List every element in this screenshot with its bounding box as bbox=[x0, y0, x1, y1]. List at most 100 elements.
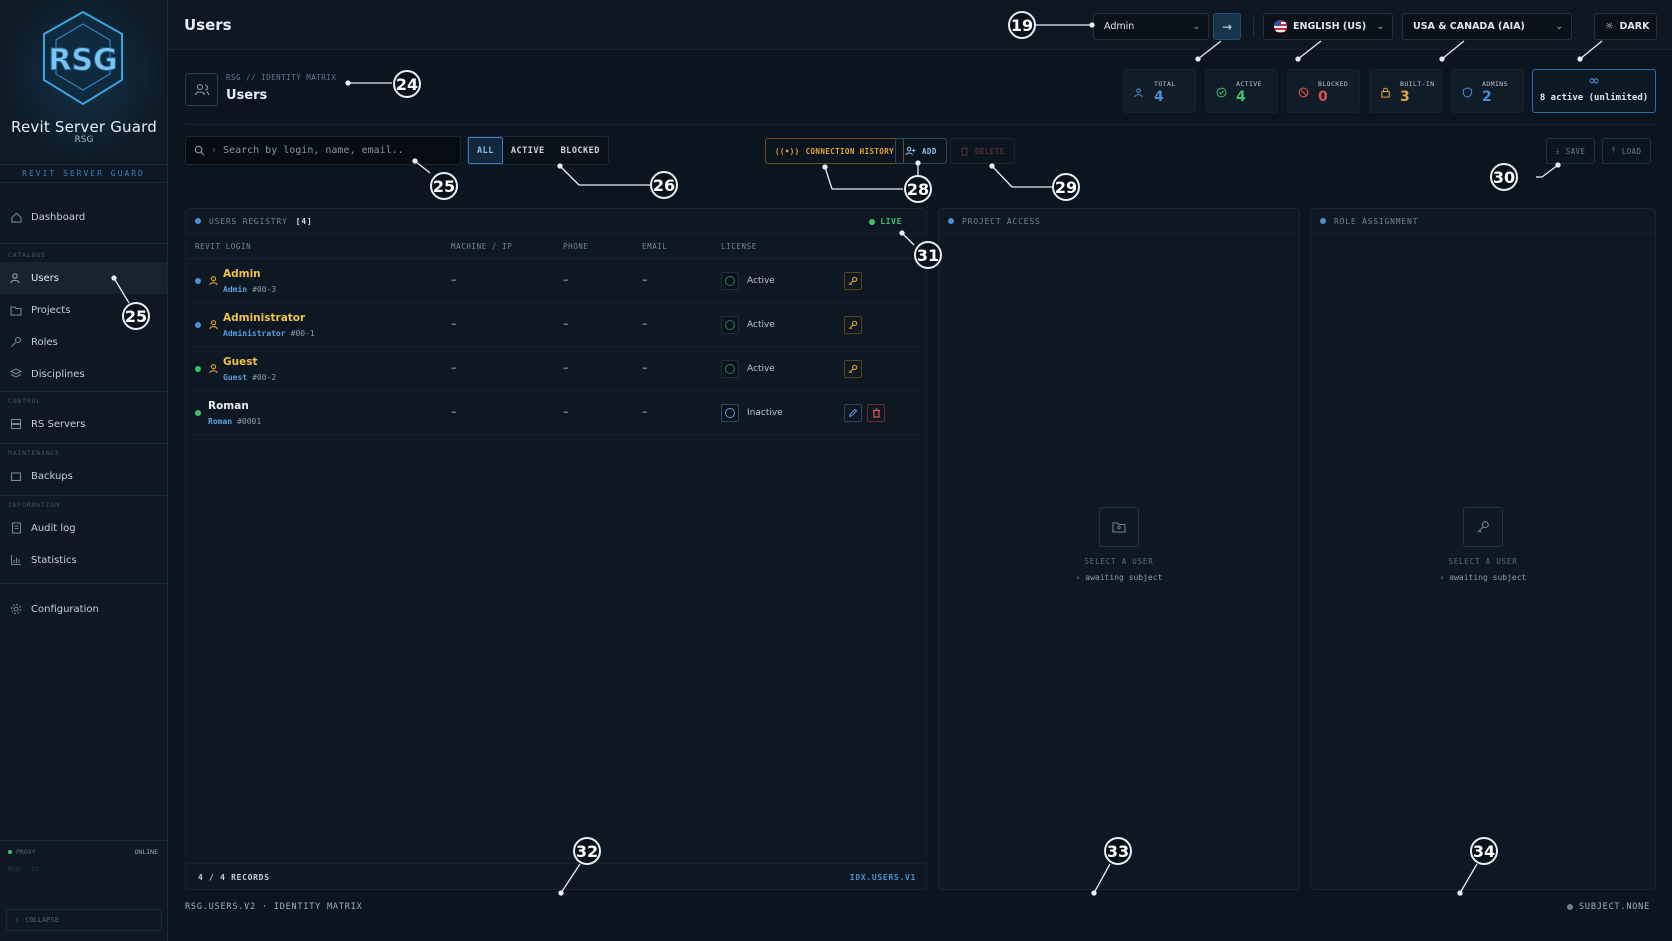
machine-ip: – bbox=[451, 405, 457, 418]
region-select[interactable]: USA & CANADA (AIA) ⌄ bbox=[1402, 13, 1572, 40]
online-status: ONLINE bbox=[134, 848, 158, 856]
infinity-icon: ∞ bbox=[1588, 73, 1600, 89]
archive-icon bbox=[10, 470, 22, 482]
language-select[interactable]: ENGLISH (US) ⌄ bbox=[1263, 13, 1393, 40]
top-bar: Users Admin ⌄ → ENGLISH (US) ⌄ USA & CAN… bbox=[168, 0, 1672, 50]
filter-active[interactable]: ACTIVE bbox=[503, 137, 553, 164]
collapse-button[interactable]: ‹ COLLAPSE bbox=[6, 909, 162, 931]
add-user-button[interactable]: ADD bbox=[895, 138, 947, 164]
annotation-badge: 32 bbox=[573, 837, 601, 865]
save-button[interactable]: ⤓ SAVE bbox=[1546, 138, 1596, 164]
stat-admins: ADMINS 2 bbox=[1451, 69, 1524, 113]
record-count: [4] bbox=[295, 216, 313, 226]
brand-tagline: REVIT SERVER GUARD bbox=[0, 165, 167, 183]
chevron-down-icon: ⌄ bbox=[1555, 22, 1563, 32]
status-dot bbox=[195, 410, 201, 416]
built-in-user-icon bbox=[209, 320, 218, 330]
sun-icon: ☼ bbox=[1605, 21, 1614, 32]
users-registry-panel: USERS REGISTRY [4] LIVE REVIT LOGIN MACH… bbox=[185, 208, 927, 890]
built-in-user-icon bbox=[209, 364, 218, 374]
email: – bbox=[642, 361, 648, 374]
sidebar-item-dashboard[interactable]: Dashboard bbox=[0, 201, 167, 233]
load-button[interactable]: ⤒ LOAD bbox=[1602, 138, 1652, 164]
user-login: Admin #00-3 bbox=[223, 285, 277, 294]
col-revit-login: REVIT LOGIN bbox=[195, 242, 252, 251]
sidebar-item-roles[interactable]: Roles bbox=[0, 326, 167, 358]
layers-icon bbox=[10, 368, 22, 380]
lock-icon bbox=[1381, 87, 1390, 98]
key-button[interactable] bbox=[844, 272, 862, 290]
table-row[interactable]: Administrator Administrator #00-1 – – – A… bbox=[186, 303, 926, 347]
proxy-status: PROXY bbox=[8, 848, 36, 856]
stat-total: TOTAL 4 bbox=[1123, 69, 1196, 113]
license-ring-icon bbox=[725, 276, 735, 286]
theme-toggle[interactable]: ☼ DARK bbox=[1594, 13, 1657, 40]
sidebar-item-audit-log[interactable]: Audit log bbox=[0, 512, 167, 544]
connection-history-button[interactable]: ((•)) CONNECTION HISTORY bbox=[765, 138, 905, 164]
section-information: INFORMATION bbox=[8, 501, 60, 509]
chevron-left-icon: ‹ bbox=[15, 916, 20, 924]
sidebar-item-label: Dashboard bbox=[31, 211, 86, 223]
filter-blocked[interactable]: BLOCKED bbox=[553, 137, 608, 164]
status-bar-right: SUBJECT.NONE bbox=[1566, 902, 1650, 912]
section-control: CONTROL bbox=[8, 397, 41, 405]
sidebar-item-backups[interactable]: Backups bbox=[0, 460, 167, 492]
search-box[interactable]: › bbox=[185, 136, 461, 165]
chevron-down-icon: ⌄ bbox=[1192, 22, 1200, 32]
key-button[interactable] bbox=[844, 316, 862, 334]
server-icon bbox=[10, 418, 22, 430]
block-icon bbox=[1298, 87, 1309, 98]
email: – bbox=[642, 405, 648, 418]
machine-ip: – bbox=[451, 273, 457, 286]
download-icon: ⤓ bbox=[1556, 146, 1560, 155]
version-label: RSG · V2 bbox=[8, 865, 40, 873]
empty-state: SELECT A USER › awaiting subject bbox=[939, 507, 1299, 582]
sidebar-item-users[interactable]: Users bbox=[0, 262, 167, 294]
trash-icon bbox=[961, 146, 968, 156]
sidebar-item-label: Configuration bbox=[31, 603, 99, 615]
live-indicator: LIVE bbox=[869, 217, 902, 226]
index-label: IDX.USERS.V1 bbox=[849, 873, 916, 882]
sidebar-item-rs-servers[interactable]: RS Servers bbox=[0, 408, 167, 440]
stat-built-in: BUILT-IN 3 bbox=[1369, 69, 1442, 113]
users-icon bbox=[1134, 88, 1143, 98]
sidebar-footer: PROXY ONLINE RSG · V2 ‹ COLLAPSE bbox=[0, 840, 168, 941]
sidebar-item-label: Disciplines bbox=[31, 368, 85, 380]
license-summary: ∞ 8 active (unlimited) bbox=[1532, 69, 1656, 113]
stat-active: ACTIVE 4 bbox=[1205, 69, 1278, 113]
brand-logo: RSG Revit Server Guard RSG bbox=[0, 0, 167, 165]
annotation-badge: 25 bbox=[122, 302, 150, 330]
search-input[interactable] bbox=[223, 145, 454, 156]
sidebar-item-disciplines[interactable]: Disciplines bbox=[0, 358, 167, 390]
table-row[interactable]: Guest Guest #00-2 – – – Active bbox=[186, 347, 926, 391]
key-icon bbox=[1463, 507, 1503, 547]
user-name: Admin bbox=[223, 268, 261, 280]
phone: – bbox=[563, 273, 569, 286]
filter-all[interactable]: ALL bbox=[468, 137, 503, 164]
table-row[interactable]: Admin Admin #00-3 – – – Active bbox=[186, 259, 926, 303]
phone: – bbox=[563, 361, 569, 374]
user-login: Administrator #00-1 bbox=[223, 329, 315, 338]
license-status: Active bbox=[721, 316, 775, 334]
sidebar-item-statistics[interactable]: Statistics bbox=[0, 544, 167, 576]
user-name: Administrator bbox=[223, 312, 306, 324]
delete-button[interactable]: DELETE bbox=[950, 138, 1015, 164]
stat-blocked: BLOCKED 0 bbox=[1287, 69, 1360, 113]
sidebar-item-label: Projects bbox=[31, 304, 71, 316]
table-row[interactable]: Roman Roman #0001 – – – Inactive bbox=[186, 391, 926, 435]
key-icon bbox=[848, 364, 858, 374]
annotation-badge: 19 bbox=[1008, 11, 1036, 39]
license-ring-icon bbox=[725, 320, 735, 330]
license-ring-icon bbox=[725, 408, 735, 418]
user-name: Roman bbox=[208, 400, 249, 412]
go-button[interactable]: → bbox=[1213, 13, 1241, 40]
edit-button[interactable] bbox=[844, 404, 862, 422]
col-machine-ip: MACHINE / IP bbox=[451, 242, 513, 251]
sidebar-item-configuration[interactable]: Configuration bbox=[0, 593, 167, 625]
key-button[interactable] bbox=[844, 360, 862, 378]
folder-user-icon bbox=[1099, 507, 1139, 547]
delete-user-button[interactable] bbox=[867, 404, 885, 422]
search-icon bbox=[194, 145, 205, 156]
user-select[interactable]: Admin ⌄ bbox=[1093, 13, 1209, 40]
trash-icon bbox=[872, 408, 880, 418]
